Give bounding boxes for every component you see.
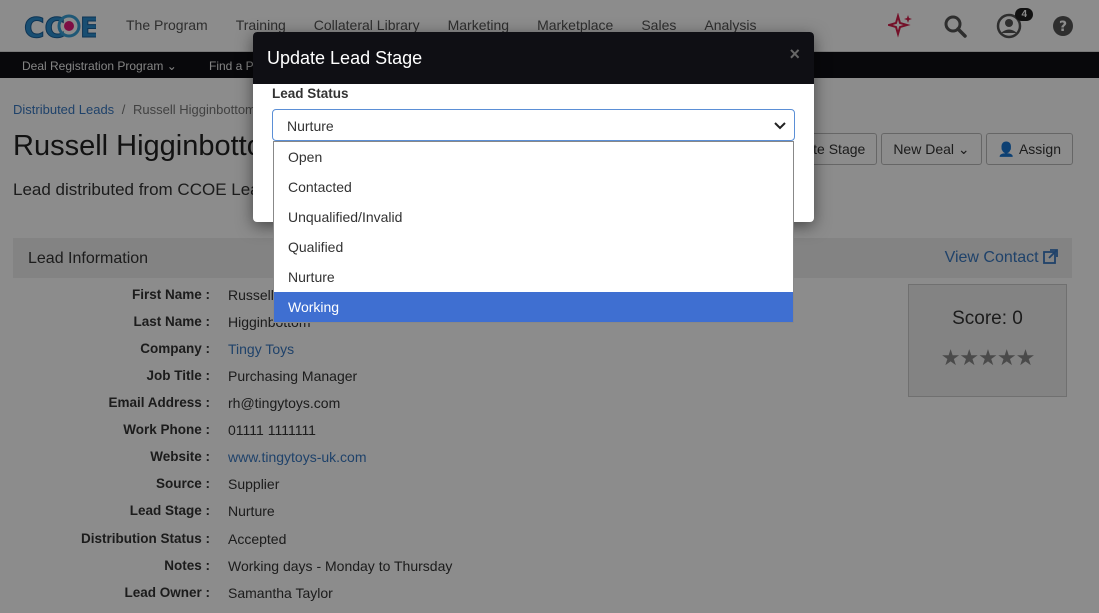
option-contacted[interactable]: Contacted xyxy=(274,172,793,202)
option-open[interactable]: Open xyxy=(274,142,793,172)
close-icon[interactable]: × xyxy=(789,44,800,65)
option-unqualified-invalid[interactable]: Unqualified/Invalid xyxy=(274,202,793,232)
modal-header: Update Lead Stage × xyxy=(253,32,814,84)
option-working[interactable]: Working xyxy=(274,292,793,322)
lead-status-label: Lead Status xyxy=(272,86,349,101)
chevron-down-icon xyxy=(774,122,786,130)
lead-status-selected-value: Nurture xyxy=(287,118,334,134)
option-nurture[interactable]: Nurture xyxy=(274,262,793,292)
option-qualified[interactable]: Qualified xyxy=(274,232,793,262)
lead-status-dropdown-list: Open Contacted Unqualified/Invalid Quali… xyxy=(273,141,794,323)
lead-status-select[interactable]: Nurture xyxy=(272,109,795,141)
modal-title: Update Lead Stage xyxy=(267,48,423,68)
